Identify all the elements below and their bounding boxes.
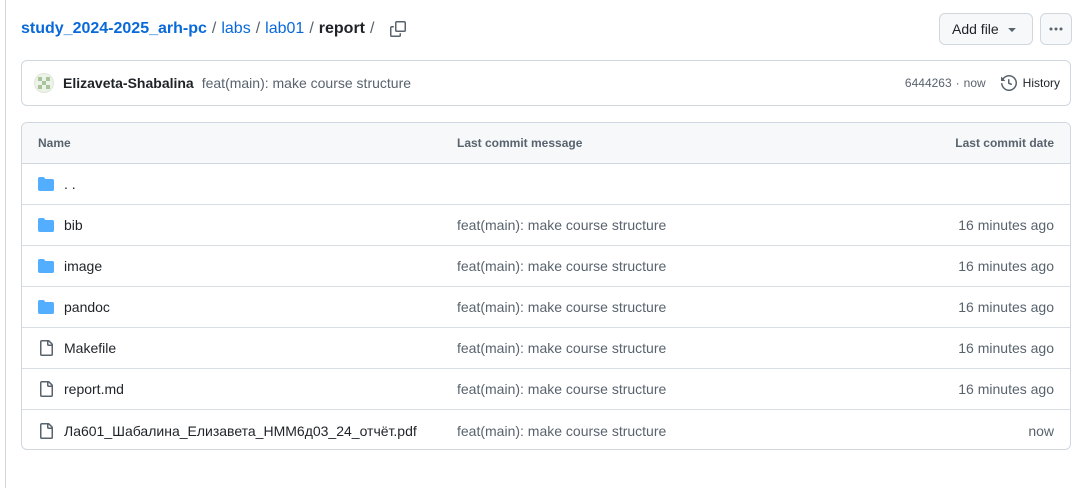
triangle-down-icon: [1008, 28, 1016, 32]
header-commit-date: Last commit date: [955, 136, 1054, 150]
breadcrumb-separator: /: [309, 20, 314, 37]
file-icon: [38, 340, 54, 356]
file-name-link[interactable]: image: [64, 258, 102, 274]
row-commit-message-link[interactable]: feat(main): make course structure: [457, 423, 666, 439]
row-commit-date: 16 minutes ago: [958, 299, 1054, 315]
table-row: Makefile feat(main): make course structur…: [22, 328, 1070, 369]
table-row: image feat(main): make course structure 16…: [22, 246, 1070, 287]
file-icon: [38, 422, 54, 439]
breadcrumb-lab01-link[interactable]: lab01: [265, 20, 304, 38]
breadcrumb-separator: /: [255, 20, 261, 37]
row-commit-date: 16 minutes ago: [958, 381, 1054, 397]
breadcrumb: study_2024-2025_arh-pc / labs / lab01 / …: [21, 18, 409, 40]
add-file-button[interactable]: Add file: [939, 13, 1033, 45]
history-icon: [1000, 75, 1017, 91]
table-row: Ла601_Шабалина_Елизавета_НММ6д03_24_отчё…: [22, 410, 1070, 449]
table-row: report.md feat(main): make course structu…: [22, 369, 1070, 410]
row-commit-message-link[interactable]: feat(main): make course structure: [457, 340, 666, 356]
breadcrumb-repo-link[interactable]: study_2024-2025_arh-pc: [21, 20, 207, 38]
row-commit-date: 16 minutes ago: [958, 217, 1054, 233]
header-commit-message: Last commit message: [457, 136, 583, 150]
file-name-link[interactable]: pandoc: [64, 299, 110, 315]
add-file-label: Add file: [952, 21, 999, 37]
breadcrumb-labs-link[interactable]: labs: [221, 20, 250, 38]
row-commit-date: 16 minutes ago: [958, 258, 1054, 274]
meta-separator: ·: [955, 76, 960, 90]
file-name-link[interactable]: bib: [64, 217, 83, 233]
breadcrumb-current: report: [318, 20, 365, 37]
table-header: Name Last commit message Last commit dat…: [22, 123, 1070, 164]
commit-time: now: [963, 76, 986, 90]
parent-directory-row[interactable]: . .: [22, 164, 1070, 205]
row-commit-message-link[interactable]: feat(main): make course structure: [457, 299, 666, 315]
page-left-border: [5, 0, 6, 488]
history-label: History: [1022, 76, 1060, 90]
more-options-button[interactable]: [1040, 13, 1072, 45]
latest-commit-bar: Elizaveta-Shabalina feat(main): make cou…: [21, 60, 1071, 106]
row-commit-date: 16 minutes ago: [958, 340, 1054, 356]
table-row: pandoc feat(main): make course structure 1…: [22, 287, 1070, 328]
copy-icon: [390, 21, 407, 37]
header-name: Name: [38, 136, 71, 150]
row-commit-message-link[interactable]: feat(main): make course structure: [457, 258, 666, 274]
file-table: Name Last commit message Last commit dat…: [21, 122, 1071, 450]
folder-icon: [38, 217, 54, 233]
avatar[interactable]: [34, 73, 54, 93]
row-commit-message-link[interactable]: feat(main): make course structure: [457, 217, 666, 233]
folder-icon: [38, 176, 54, 192]
file-name-link[interactable]: Makefile: [64, 340, 116, 356]
file-icon: [38, 381, 54, 397]
kebab-horizontal-icon: [1049, 27, 1063, 31]
file-name-link[interactable]: Ла601_Шабалина_Елизавета_НММ6д03_24_отчё…: [64, 423, 417, 439]
history-button[interactable]: History: [1000, 75, 1060, 91]
commit-sha[interactable]: 6444263: [905, 76, 952, 90]
folder-icon: [38, 258, 54, 274]
row-commit-date: now: [1028, 422, 1054, 439]
file-navigation-bar: study_2024-2025_arh-pc / labs / lab01 / …: [21, 12, 1072, 46]
file-name-link[interactable]: report.md: [64, 381, 124, 397]
breadcrumb-separator: /: [370, 20, 375, 37]
commit-meta: 6444263 · now History: [905, 75, 1060, 91]
breadcrumb-separator: /: [211, 20, 217, 37]
copy-path-button[interactable]: [387, 18, 409, 40]
table-row: bib feat(main): make course structure 16 m…: [22, 205, 1070, 246]
parent-directory-link[interactable]: . .: [64, 176, 76, 192]
commit-message[interactable]: feat(main): make course structure: [202, 75, 411, 91]
commit-author[interactable]: Elizaveta-Shabalina: [63, 75, 194, 91]
file-actions: Add file: [939, 13, 1072, 45]
folder-icon: [38, 299, 54, 315]
row-commit-message-link[interactable]: feat(main): make course structure: [457, 381, 666, 397]
